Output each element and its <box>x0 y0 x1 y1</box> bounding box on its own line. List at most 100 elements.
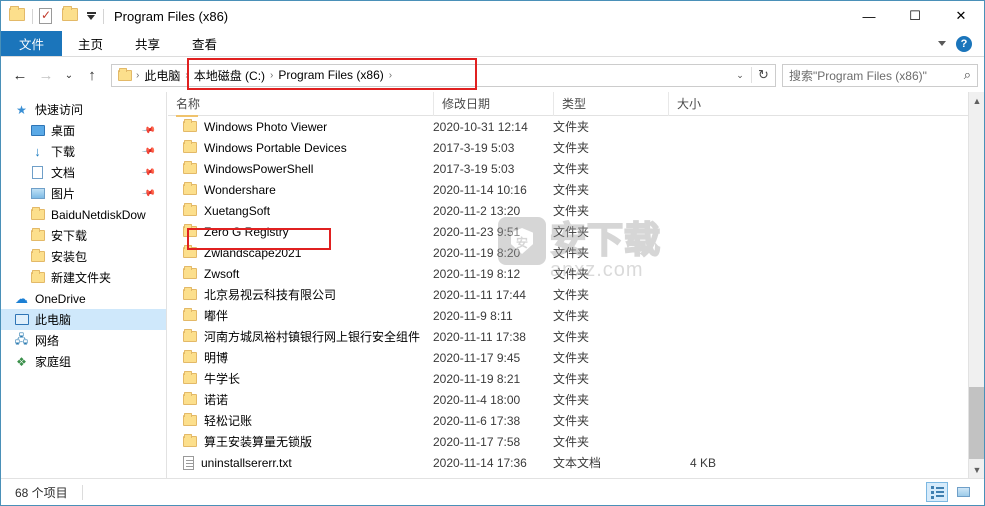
sidebar-item-6[interactable]: 安下载 <box>1 225 166 246</box>
cell-date: 2020-11-14 17:36 <box>433 455 527 470</box>
help-icon[interactable]: ? <box>956 35 972 52</box>
recent-locations-button[interactable]: ⌄ <box>59 62 79 88</box>
sidebar-item-11[interactable]: 🖧 网络 <box>1 330 166 351</box>
cell-date: 2020-11-6 17:38 <box>433 413 521 428</box>
breadcrumb-item-this-pc[interactable]: 此电脑 <box>141 67 183 84</box>
table-row[interactable]: 算王安装算量无锁版 2020-11-17 7:58 文件夹 <box>168 431 968 452</box>
table-row[interactable]: XuetangSoft 2020-11-2 13:20 文件夹 <box>168 200 968 221</box>
cell-date: 2020-11-11 17:38 <box>433 329 526 344</box>
column-header-date[interactable]: 修改日期 <box>433 92 553 116</box>
table-row[interactable]: Windows Photo Viewer 2020-10-31 12:14 文件夹 <box>168 116 968 137</box>
ribbon-collapse-icon[interactable] <box>938 41 946 46</box>
details-view-button[interactable] <box>926 482 948 502</box>
breadcrumb-separator-3[interactable]: › <box>387 70 394 81</box>
cell-name: 北京易视云科技有限公司 <box>168 286 433 303</box>
cell-name: Zwsoft <box>168 266 433 281</box>
breadcrumb-separator-0[interactable]: › <box>134 70 141 81</box>
table-row[interactable]: 明博 2020-11-17 9:45 文件夹 <box>168 347 968 368</box>
new-folder-icon[interactable] <box>62 5 79 25</box>
sidebar-item-4[interactable]: 图片 📌 <box>1 183 166 204</box>
folder-icon <box>183 350 197 363</box>
properties-icon[interactable] <box>39 7 56 25</box>
breadcrumb-item-local-disk-c[interactable]: 本地磁盘 (C:) <box>191 67 268 84</box>
chevron-down-icon[interactable] <box>85 12 97 20</box>
table-row[interactable]: Zero G Registry 2020-11-23 9:51 文件夹 <box>168 221 968 242</box>
maximize-button[interactable]: ☐ <box>892 1 938 31</box>
table-row[interactable]: Windows Portable Devices 2017-3-19 5:03 文件… <box>168 137 968 158</box>
column-header-name[interactable]: 名称 ^ <box>168 92 433 117</box>
column-header-size[interactable]: 大小 <box>668 92 738 116</box>
sidebar-item-label: 安下载 <box>51 229 88 243</box>
cell-type: 文件夹 <box>553 120 590 134</box>
breadcrumb-separator-1[interactable]: › <box>183 70 190 81</box>
scrollbar-thumb[interactable] <box>969 387 984 459</box>
column-header-type[interactable]: 类型 <box>553 92 668 116</box>
cell-date: 2020-11-2 13:20 <box>433 203 521 218</box>
thumbnail-view-button[interactable] <box>952 482 974 502</box>
window-title: Program Files (x86) <box>114 8 229 24</box>
folder-icon <box>29 228 46 241</box>
table-row[interactable]: 河南方城凤裕村镇银行网上银行安全组件 2020-11-11 17:38 文件夹 <box>168 326 968 347</box>
table-row[interactable]: 牛学长 2020-11-19 8:21 文件夹 <box>168 368 968 389</box>
cell-name: Wondershare <box>168 182 433 197</box>
search-icon[interactable]: ⌕ <box>964 67 971 83</box>
table-row[interactable]: 北京易视云科技有限公司 2020-11-11 17:44 文件夹 <box>168 284 968 305</box>
tab-share[interactable]: 共享 <box>119 31 176 56</box>
sidebar-item-1[interactable]: 桌面 📌 <box>1 120 166 141</box>
table-row[interactable]: uninstallsererr.txt 2020-11-14 17:36 文本文档 4… <box>168 452 968 473</box>
breadcrumb-item-program-files-x86[interactable]: Program Files (x86) <box>275 68 386 82</box>
table-row[interactable]: 诺诺 2020-11-4 18:00 文件夹 <box>168 389 968 410</box>
file-name-label: Wondershare <box>204 182 276 197</box>
address-bar[interactable]: › 此电脑 › 本地磁盘 (C:) › Program Files (x86) … <box>111 63 776 87</box>
sidebar-item-2[interactable]: ↓ 下载 📌 <box>1 141 166 162</box>
computer-icon <box>13 314 30 325</box>
search-box[interactable]: 搜索"Program Files (x86)" ⌕ <box>782 63 978 87</box>
folder-icon[interactable] <box>9 5 26 25</box>
pin-icon[interactable]: 📌 <box>141 144 156 159</box>
table-row[interactable]: Wondershare 2020-11-14 10:16 文件夹 <box>168 179 968 200</box>
breadcrumb-folder-icon[interactable] <box>118 67 132 81</box>
up-button[interactable]: ↑ <box>79 62 105 88</box>
breadcrumb-separator-2[interactable]: › <box>268 70 275 81</box>
search-input[interactable]: 搜索"Program Files (x86)" <box>789 67 964 84</box>
sidebar-item-5[interactable]: BaiduNetdiskDow <box>1 204 166 225</box>
sidebar-item-12[interactable]: ❖ 家庭组 <box>1 351 166 372</box>
folder-icon <box>29 270 46 283</box>
folder-icon <box>183 266 197 279</box>
cell-date: 2020-11-9 8:11 <box>433 308 513 323</box>
file-name-label: Zwlandscape2021 <box>204 245 302 260</box>
document-icon <box>29 166 46 179</box>
table-row[interactable]: 轻松记账 2020-11-6 17:38 文件夹 <box>168 410 968 431</box>
tab-view[interactable]: 查看 <box>176 31 233 56</box>
scroll-up-icon[interactable]: ▲ <box>969 92 984 109</box>
table-row[interactable]: WindowsPowerShell 2017-3-19 5:03 文件夹 <box>168 158 968 179</box>
address-dropdown-icon[interactable]: ⌄ <box>729 70 751 81</box>
refresh-icon[interactable]: ↻ <box>751 67 775 83</box>
cell-name: uninstallsererr.txt <box>168 455 433 470</box>
table-row[interactable]: Zwlandscape2021 2020-11-19 8:20 文件夹 <box>168 242 968 263</box>
table-row[interactable]: Zwsoft 2020-11-19 8:12 文件夹 <box>168 263 968 284</box>
sidebar-item-10[interactable]: 此电脑 <box>1 309 166 330</box>
sidebar-item-3[interactable]: 文档 📌 <box>1 162 166 183</box>
folder-icon <box>183 224 197 237</box>
pin-icon[interactable]: 📌 <box>141 123 156 138</box>
forward-button[interactable]: → <box>33 62 59 88</box>
sidebar-item-7[interactable]: 安装包 <box>1 246 166 267</box>
back-button[interactable]: ← <box>7 62 33 88</box>
vertical-scrollbar[interactable]: ▲ ▼ <box>968 92 984 478</box>
sidebar-item-9[interactable]: ☁ OneDrive <box>1 288 166 309</box>
sidebar-item-8[interactable]: 新建文件夹 <box>1 267 166 288</box>
folder-icon <box>183 203 197 216</box>
pin-icon[interactable]: 📌 <box>141 186 156 201</box>
pin-icon[interactable]: 📌 <box>141 165 156 180</box>
breadcrumb: › 此电脑 › 本地磁盘 (C:) › Program Files (x86) … <box>112 65 394 86</box>
sidebar-item-0[interactable]: ★ 快速访问 <box>1 99 166 120</box>
star-icon: ★ <box>16 102 27 117</box>
cell-type: 文件夹 <box>553 141 590 155</box>
table-row[interactable]: 嘟伴 2020-11-9 8:11 文件夹 <box>168 305 968 326</box>
minimize-button[interactable]: — <box>846 1 892 31</box>
tab-home[interactable]: 主页 <box>62 31 119 56</box>
scroll-down-icon[interactable]: ▼ <box>969 461 984 478</box>
close-button[interactable]: ✕ <box>938 1 984 31</box>
tab-file[interactable]: 文件 <box>1 31 63 56</box>
